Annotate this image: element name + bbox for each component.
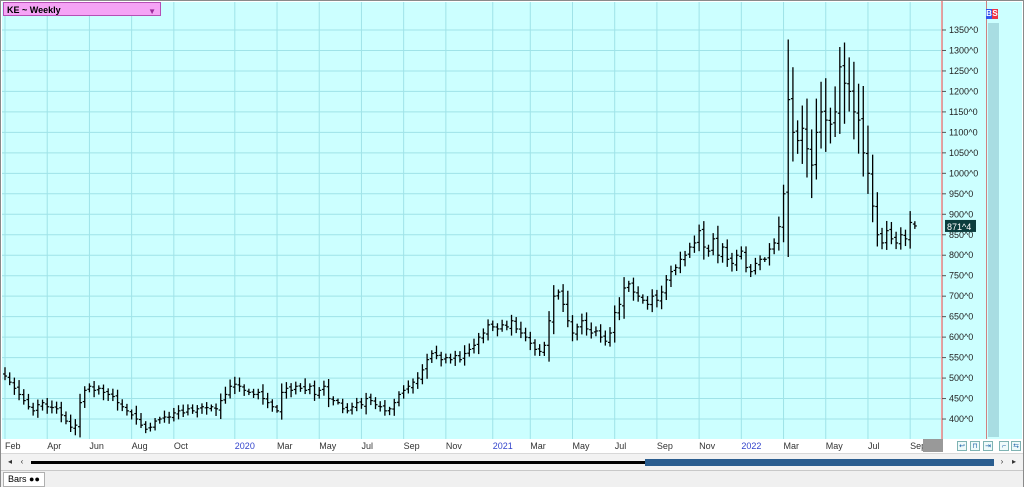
x-tick-label: Apr	[47, 441, 62, 451]
y-tick-label: 700^0	[949, 291, 973, 301]
y-tick-label: 1350^0	[949, 25, 978, 35]
x-tick-label: May	[825, 441, 843, 451]
status-bar: Bars ●●	[1, 470, 1023, 487]
y-tick-label: 1050^0	[949, 148, 978, 158]
x-tick-label: May	[319, 441, 337, 451]
x-tick-label: Jul	[867, 441, 880, 451]
y-tick-label: 1200^0	[949, 86, 978, 96]
x-tick-label: Nov	[699, 441, 716, 451]
x-tick-label: Mar	[530, 441, 546, 451]
x-tick-label: Mar	[277, 441, 293, 451]
scroll-end-icon[interactable]: ⇥	[983, 441, 993, 451]
x-tick-label: Sep	[403, 441, 420, 451]
buy-sell-badge[interactable]: BS	[986, 9, 998, 19]
y-tick-label: 1250^0	[949, 66, 978, 76]
y-tick-label: 500^0	[949, 373, 973, 383]
scroll-left-icon[interactable]: ‹	[15, 456, 29, 468]
y-tick-label: 650^0	[949, 312, 973, 322]
y-tick-label: 400^0	[949, 414, 973, 424]
zoom-in-icon[interactable]: ⊓	[970, 441, 980, 451]
x-tick-label: Nov	[445, 441, 462, 451]
y-tick-label: 1000^0	[949, 168, 978, 178]
x-tick-label: Jul	[361, 441, 373, 451]
x-tick-label: May	[572, 441, 590, 451]
x-tick-label: 2021	[492, 441, 513, 451]
x-tick-label: Mar	[783, 441, 800, 451]
x-tick-label: Sep	[656, 441, 673, 451]
horizontal-scrollbar[interactable]: ◂ ‹ › ▸	[1, 453, 1023, 470]
symbol-title-dropdown[interactable]: KE ~ Weekly ▼	[3, 2, 161, 16]
scroll-right-end-icon[interactable]: ▸	[1007, 456, 1021, 468]
chart-window: 1350^0 1300^0 1250^0 1200^0 1150^0 1100^0 1050…	[0, 0, 1024, 487]
y-tick-label: 1300^0	[949, 45, 978, 55]
y-tick-label: 600^0	[949, 332, 973, 342]
last-price-tag: 871^4	[947, 222, 971, 232]
sell-badge[interactable]: S	[992, 9, 998, 19]
y-tick-label: 550^0	[949, 353, 973, 363]
x-tick-label: 2020	[234, 441, 255, 451]
dropdown-arrow-icon: ▼	[148, 7, 156, 16]
x-tick-label: Aug	[131, 441, 148, 451]
x-tick-label: Feb	[5, 441, 21, 451]
current-date-marker	[923, 439, 943, 452]
x-tick-label: Oct	[173, 441, 188, 451]
y-tick-label: 800^0	[949, 250, 973, 260]
y-tick-label: 450^0	[949, 394, 973, 404]
date-axis: Feb Apr Jun Aug Oct 2020 Mar May Jul Sep Nov 2021 Ma…	[1, 439, 1023, 453]
scroll-thumb[interactable]	[645, 459, 994, 466]
compress-icon[interactable]: ⌐	[999, 441, 1009, 451]
y-tick-label: 950^0	[949, 189, 973, 199]
x-tick-label: 2022	[741, 441, 762, 451]
x-tick-label: Jul	[614, 441, 627, 451]
symbol-title: KE ~ Weekly	[7, 5, 61, 15]
y-tick-label: 1150^0	[949, 107, 978, 117]
y-tick-label: 750^0	[949, 271, 973, 281]
expand-icon[interactable]: ⇆	[1011, 441, 1021, 451]
y-tick-label: 1100^0	[949, 127, 978, 137]
x-tick-label: Jun	[89, 441, 104, 451]
bars-tab[interactable]: Bars ●●	[3, 472, 45, 487]
y-tick-label: 900^0	[949, 209, 973, 219]
price-chart[interactable]: 1350^0 1300^0 1250^0 1200^0 1150^0 1100^0 1050…	[1, 1, 1023, 441]
zoom-out-icon[interactable]: ↩	[957, 441, 967, 451]
